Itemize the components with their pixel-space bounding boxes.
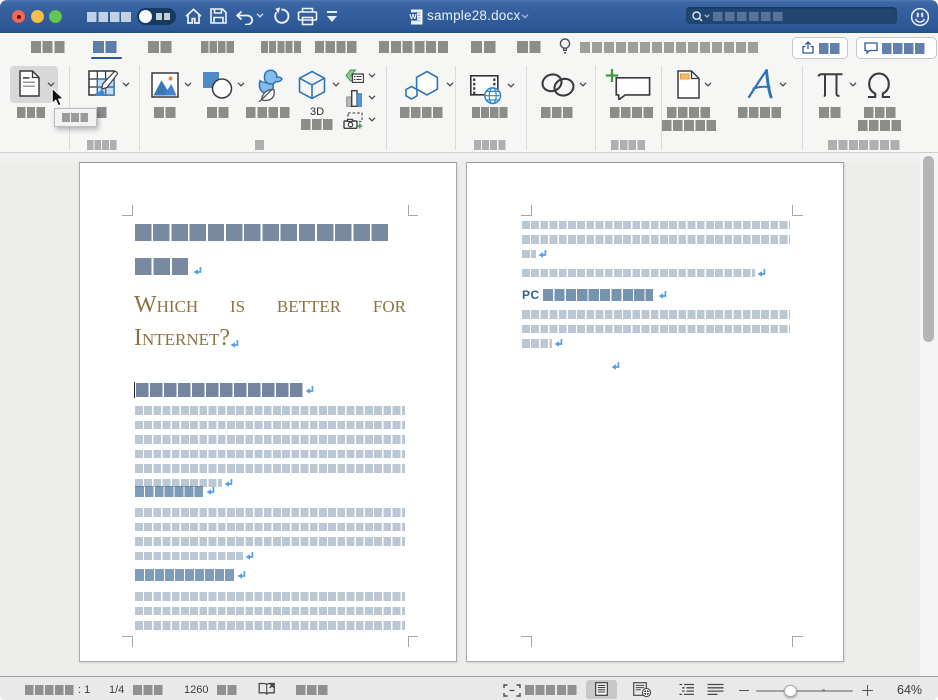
svg-text:W: W: [409, 12, 417, 21]
